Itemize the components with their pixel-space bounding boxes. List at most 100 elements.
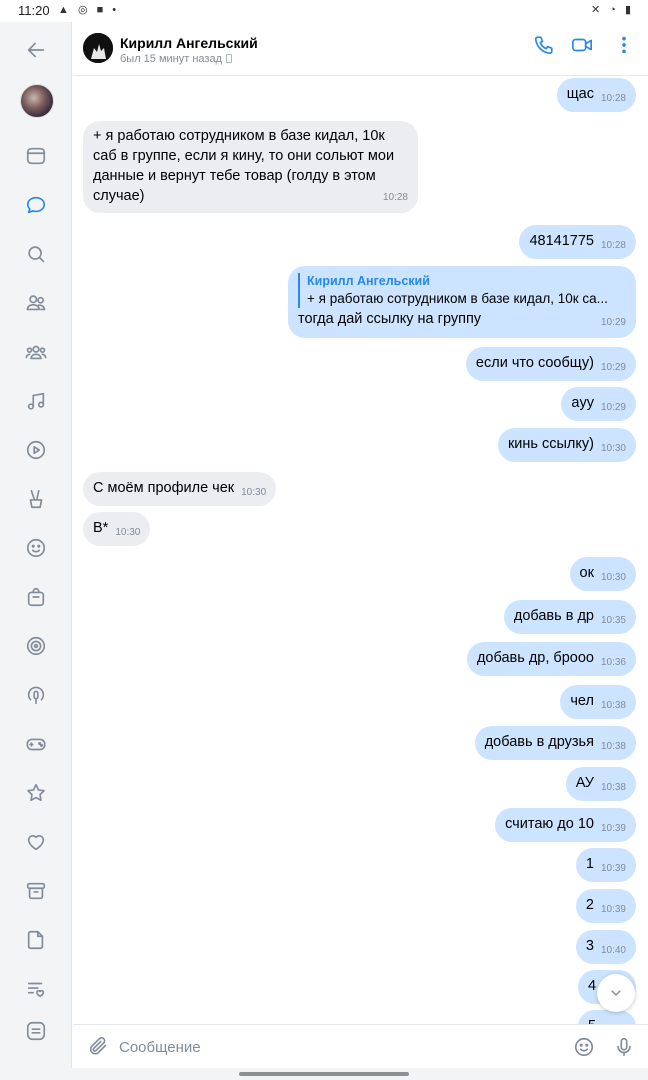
message-text: 1 — [585, 856, 594, 872]
message-text: добавь в др — [513, 608, 594, 624]
message-text: 4 — [588, 978, 597, 994]
message-bubble-incoming[interactable]: В* 10:30 — [83, 512, 151, 546]
chat-header: Кирилл Ангельский был 15 минут назад — [73, 22, 648, 76]
message-time: 10:38 — [600, 700, 626, 711]
message-time: 10:28 — [600, 240, 626, 251]
message-time: 10:38 — [600, 782, 626, 793]
message-text: ayy — [571, 395, 594, 411]
status-time: 11:20 — [18, 3, 50, 18]
message-time: 10:28 — [600, 93, 626, 104]
message-bubble-outgoing[interactable]: 3 10:40 — [575, 930, 636, 964]
emoji-icon[interactable] — [573, 1036, 597, 1060]
message-list[interactable]: щас 10:28 + я работаю сотрудником в базе … — [73, 76, 648, 1024]
podcasts-icon[interactable] — [24, 683, 48, 707]
communities-icon[interactable] — [24, 340, 48, 364]
message-bubble-outgoing[interactable]: ayy 10:29 — [561, 387, 636, 421]
message-bubble-incoming[interactable]: + я работаю сотрудником в базе кидал, 10… — [83, 121, 418, 213]
reply-author: Кирилл Ангельский — [307, 274, 430, 288]
friends-icon[interactable] — [24, 291, 48, 315]
message-text: 48141775 — [529, 233, 594, 249]
message-bubble-outgoing[interactable]: АУ 10:38 — [565, 767, 636, 801]
message-bubble-outgoing[interactable]: добавь в др 10:35 — [503, 600, 636, 634]
home-gesture-handle[interactable] — [239, 1072, 409, 1076]
message-bubble-incoming[interactable]: С моём профиле чек 10:30 — [83, 472, 277, 506]
archive-icon[interactable] — [24, 879, 48, 903]
message-time: 10:30 — [241, 487, 267, 498]
message-text: АУ — [575, 775, 594, 791]
message-time: 10:39 — [600, 904, 626, 915]
message-time: 10:29 — [600, 317, 626, 328]
search-icon[interactable] — [24, 242, 48, 266]
message-bubble-outgoing[interactable]: 5 — [578, 1010, 636, 1024]
reply-text: + я работаю сотрудником в базе кидал, 10… — [307, 291, 608, 306]
message-text: 3 — [585, 938, 594, 954]
message-bubble-outgoing[interactable]: 1 10:39 — [575, 848, 636, 882]
reply-quote[interactable]: Кирилл Ангельский + я работаю сотруднико… — [298, 273, 626, 308]
message-bubble-reply[interactable]: Кирилл Ангельский + я работаю сотруднико… — [288, 266, 636, 338]
message-bubble-outgoing[interactable]: добавь др, бpooo 10:36 — [466, 642, 636, 676]
messages-icon[interactable] — [24, 193, 48, 217]
message-time: 10:36 — [600, 657, 626, 668]
video-icon[interactable] — [24, 438, 48, 462]
message-bubble-outgoing[interactable]: если что сообщу) 10:29 — [465, 347, 636, 381]
message-time: 10:30 — [600, 443, 626, 454]
message-composer — [73, 1024, 648, 1068]
message-bubble-outgoing[interactable]: добавь в друзья 10:38 — [474, 726, 636, 760]
message-time: 10:30 — [600, 572, 626, 583]
microphone-icon[interactable] — [613, 1036, 637, 1060]
back-icon[interactable] — [24, 38, 48, 62]
stickers-icon[interactable] — [24, 536, 48, 560]
message-text: щас — [566, 86, 594, 102]
scroll-to-bottom-button[interactable] — [597, 974, 635, 1012]
message-bubble-outgoing[interactable]: 48141775 10:28 — [519, 225, 636, 259]
call-icon[interactable] — [533, 34, 557, 58]
message-text: + я работаю сотрудником в базе кидал, 10… — [93, 128, 395, 204]
message-text: считаю до 10 — [505, 816, 594, 832]
notification-icons: ▲ ◎ ■ • — [58, 4, 120, 16]
message-time: 10:39 — [600, 823, 626, 834]
music-icon[interactable] — [24, 389, 48, 413]
message-text: В* — [93, 520, 109, 536]
menu-icon[interactable] — [24, 1019, 48, 1043]
contact-name[interactable]: Кирилл Ангельский — [120, 35, 258, 51]
message-bubble-outgoing[interactable]: 2 10:39 — [575, 889, 636, 923]
services-icon[interactable] — [24, 634, 48, 658]
message-bubble-outgoing[interactable]: ок 10:30 — [569, 557, 636, 591]
profile-avatar[interactable] — [20, 84, 54, 118]
more-icon[interactable] — [613, 34, 637, 58]
likes-icon[interactable] — [24, 830, 48, 854]
attach-icon[interactable] — [87, 1035, 111, 1059]
message-text: если что сообщу) — [475, 355, 594, 371]
games-icon[interactable] — [24, 732, 48, 756]
message-bubble-outgoing[interactable]: считаю до 10 10:39 — [495, 808, 636, 842]
message-text: чел — [570, 693, 594, 709]
message-time: 10:39 — [600, 863, 626, 874]
message-time: 10:28 — [382, 192, 408, 203]
chevron-down-icon — [611, 990, 621, 996]
market-icon[interactable] — [24, 585, 48, 609]
clips-icon[interactable] — [24, 487, 48, 511]
message-text: тогда дай ссылку на группу — [298, 311, 482, 327]
message-text: кинь ссылку) — [507, 436, 594, 452]
message-text: 2 — [585, 897, 594, 913]
video-call-icon[interactable] — [571, 34, 595, 58]
sidebar — [0, 22, 72, 1068]
newsfeed-icon[interactable] — [24, 144, 48, 168]
message-time: 10:40 — [600, 945, 626, 956]
bookmarks-icon[interactable] — [24, 781, 48, 805]
message-bubble-outgoing[interactable]: чел 10:38 — [560, 685, 636, 719]
message-input[interactable] — [119, 1035, 559, 1059]
message-time: 10:38 — [600, 741, 626, 752]
contact-avatar[interactable] — [83, 33, 113, 63]
message-time: 10:29 — [600, 362, 626, 373]
mobile-device-icon — [226, 54, 232, 63]
last-seen-status: был 15 минут назад — [120, 53, 232, 65]
last-seen-text: был 15 минут назад — [120, 53, 222, 65]
message-bubble-outgoing[interactable]: щас 10:28 — [556, 78, 636, 112]
fave-list-icon[interactable] — [24, 977, 48, 1001]
system-icons: ✕ ◔ ▮ — [590, 4, 634, 16]
message-bubble-outgoing[interactable]: кинь ссылку) 10:30 — [497, 428, 636, 462]
system-nav-bar — [0, 1068, 648, 1080]
message-time: 10:35 — [600, 615, 626, 626]
documents-icon[interactable] — [24, 928, 48, 952]
